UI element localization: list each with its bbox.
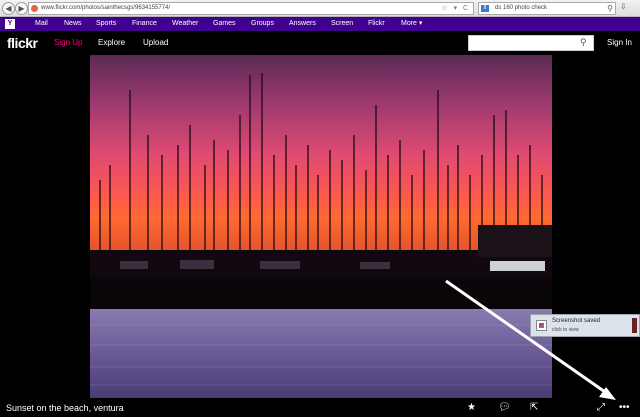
expand-icon[interactable]: ⤢ — [597, 402, 605, 414]
search-go-icon[interactable]: ⚲ — [607, 3, 613, 14]
sunset-harbor-image — [90, 55, 552, 398]
menu-item-flickr[interactable]: Flickr — [368, 17, 385, 31]
site-favicon-icon — [31, 5, 38, 12]
signup-link[interactable]: Sign Up — [54, 38, 82, 47]
forward-icon[interactable]: ▶ — [15, 2, 28, 15]
signin-link[interactable]: Sign In — [607, 38, 632, 47]
toast-title: Screenshot saved — [552, 318, 601, 324]
menu-item-weather[interactable]: Weather — [172, 17, 198, 31]
back-icon[interactable]: ◀ — [2, 2, 15, 15]
screenshot-app-icon — [536, 320, 547, 331]
bookmark-star-icon[interactable]: ☆ ▾ C — [441, 3, 470, 14]
menu-item-answers[interactable]: Answers — [289, 17, 316, 31]
menu-item-sports[interactable]: Sports — [96, 17, 116, 31]
browser-search-input[interactable]: 8 ds 160 photo check ⚲ — [478, 2, 616, 15]
menu-item-screen[interactable]: Screen — [331, 17, 353, 31]
yahoo-menu-bar: Y Mail News Sports Finance Weather Games… — [0, 17, 640, 31]
flickr-search-input[interactable] — [468, 35, 594, 51]
menu-item-more[interactable]: More ▾ — [401, 17, 422, 31]
share-icon[interactable]: ⇱ — [530, 402, 538, 414]
menu-item-news[interactable]: News — [64, 17, 82, 31]
menu-item-finance[interactable]: Finance — [132, 17, 157, 31]
menu-item-mail[interactable]: Mail — [35, 17, 48, 31]
photo-title: Sunset on the beach, ventura — [6, 403, 124, 413]
screenshot-saved-toast[interactable]: Screenshot saved click to view — [530, 314, 640, 337]
main-photo[interactable] — [90, 55, 552, 398]
search-engine-icon[interactable]: 8 — [481, 5, 489, 12]
star-icon[interactable]: ★ — [467, 402, 476, 414]
toast-thumbnail — [632, 318, 637, 333]
more-icon[interactable]: ••• — [619, 402, 630, 414]
speech-bubble-icon[interactable]: 💬︎ — [498, 402, 511, 414]
browser-toolbar: ◀ ▶ www.flickr.com/photos/sainthecsgs/96… — [0, 0, 640, 17]
flickr-logo[interactable]: flickr — [7, 35, 38, 51]
explore-link[interactable]: Explore — [98, 38, 125, 47]
menu-item-games[interactable]: Games — [213, 17, 236, 31]
upload-link[interactable]: Upload — [143, 38, 168, 47]
browser-search-text: ds 160 photo check — [495, 5, 548, 11]
yahoo-logo-icon[interactable]: Y — [5, 19, 15, 29]
flickr-header: flickr Sign Up Explore Upload ⚲ Sign In — [0, 31, 640, 55]
toast-subtitle[interactable]: click to view — [552, 327, 579, 333]
menu-item-groups[interactable]: Groups — [251, 17, 274, 31]
url-text: www.flickr.com/photos/sainthecsgs/963415… — [41, 5, 171, 11]
address-bar[interactable]: www.flickr.com/photos/sainthecsgs/963415… — [28, 2, 474, 15]
download-icon[interactable]: ⇩ — [620, 2, 627, 11]
